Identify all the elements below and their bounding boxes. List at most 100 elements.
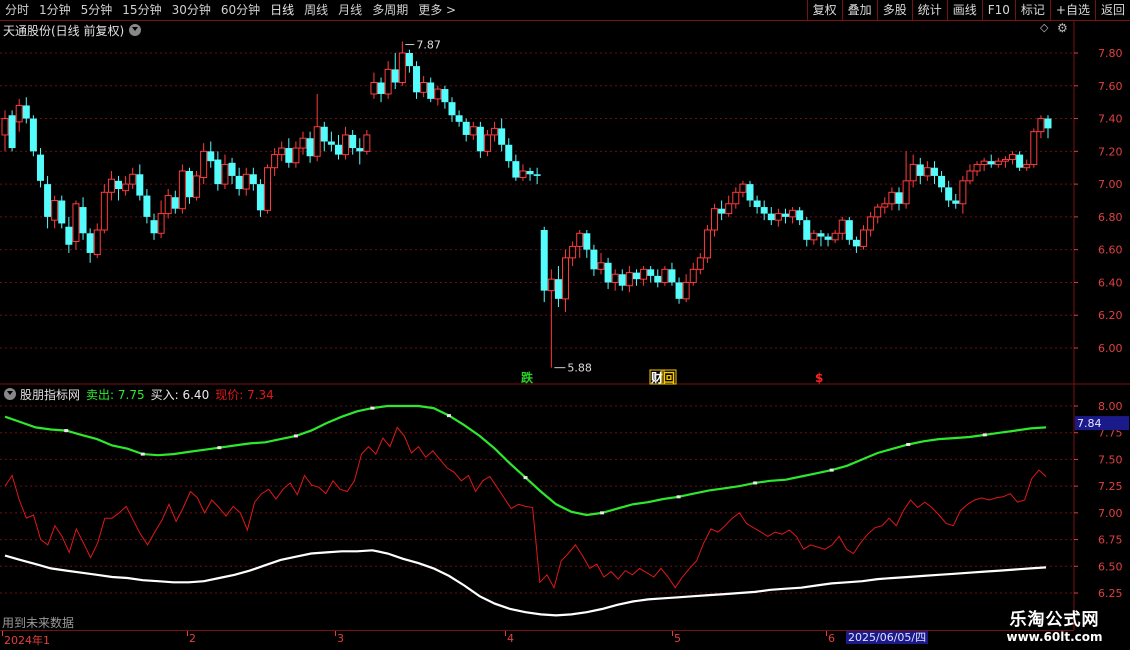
candle-body bbox=[852, 239, 860, 247]
candle-body bbox=[753, 200, 761, 208]
candle-body bbox=[611, 273, 619, 283]
candle-body bbox=[554, 279, 562, 299]
candle-body bbox=[242, 173, 250, 190]
candle-body bbox=[1044, 118, 1052, 129]
sell-dot bbox=[982, 433, 987, 437]
candle-body bbox=[902, 180, 910, 205]
indicator-name: 股朋指标网 bbox=[20, 387, 81, 402]
candle-body bbox=[746, 184, 754, 201]
sell-dot bbox=[140, 452, 145, 456]
candle-body bbox=[1009, 154, 1017, 161]
candle-body bbox=[370, 82, 378, 95]
date-tick-1: 2 bbox=[189, 632, 196, 645]
candle-body bbox=[427, 82, 435, 99]
candle-body bbox=[895, 192, 903, 204]
candle-body bbox=[526, 171, 534, 175]
sell-dot bbox=[64, 429, 69, 433]
candle-body bbox=[136, 174, 144, 196]
candle-body bbox=[448, 102, 456, 116]
candle-body bbox=[334, 144, 342, 155]
candle-body bbox=[8, 115, 16, 149]
candle-body bbox=[413, 66, 421, 93]
candle-body bbox=[533, 174, 541, 176]
candle-body bbox=[22, 105, 30, 119]
candle-body bbox=[36, 154, 44, 181]
candle-body bbox=[994, 160, 1002, 165]
candle-body bbox=[1023, 163, 1031, 169]
date-tick-3: 4 bbox=[507, 632, 514, 645]
price-line bbox=[4, 426, 1047, 590]
date-tick-mark bbox=[672, 631, 673, 636]
candle-body bbox=[867, 216, 875, 231]
candle-body bbox=[398, 52, 406, 83]
candle-body bbox=[405, 53, 413, 67]
sell-dot bbox=[217, 446, 222, 450]
candle-body bbox=[193, 175, 201, 198]
indicator-header: 股朋指标网 卖出: 7.75 买入: 6.40 现价: 7.34 bbox=[0, 386, 280, 402]
kline-chart[interactable]: 7.80 7.60 7.40 7.20 7.00 6.80 6.60 6.40 6.20 6.00… bbox=[0, 0, 1130, 650]
candle-body bbox=[675, 282, 683, 299]
candle-body bbox=[384, 68, 392, 95]
candle-body bbox=[15, 104, 23, 123]
price-tick-label: 7.80 bbox=[1098, 47, 1123, 60]
sell-label: 卖出: 7.75 bbox=[86, 386, 145, 403]
candle-body bbox=[654, 275, 662, 283]
candle-body bbox=[483, 134, 491, 152]
price-tick-label: 6.00 bbox=[1098, 342, 1123, 355]
candle-body bbox=[618, 274, 626, 286]
candle-body bbox=[115, 180, 123, 190]
candle-body bbox=[512, 161, 520, 178]
candle-body bbox=[781, 213, 789, 217]
candle-body bbox=[313, 126, 321, 157]
indicator-tick-label: 6.75 bbox=[1098, 534, 1123, 547]
candle-body bbox=[469, 126, 477, 136]
candle-body bbox=[980, 160, 988, 165]
candle-body bbox=[185, 171, 193, 198]
candle-body bbox=[342, 134, 350, 156]
date-tick-mark bbox=[335, 631, 336, 636]
candle-body bbox=[491, 127, 499, 136]
candle-body bbox=[632, 272, 640, 280]
candle-body bbox=[640, 268, 648, 280]
candle-body bbox=[732, 191, 740, 205]
candle-body bbox=[292, 147, 300, 164]
candle-body bbox=[498, 128, 506, 145]
candle-body bbox=[583, 233, 591, 250]
price-tick-label: 6.60 bbox=[1098, 244, 1123, 257]
price-tick-label: 6.40 bbox=[1098, 276, 1123, 289]
sell-dot bbox=[906, 442, 911, 446]
sell-dot bbox=[523, 476, 528, 480]
buy-value: 6.40 bbox=[182, 387, 210, 402]
watermark-url: www.60lt.com bbox=[1006, 630, 1103, 644]
candle-body bbox=[207, 151, 215, 162]
candle-body bbox=[625, 272, 633, 287]
candle-body bbox=[739, 183, 747, 193]
candle-body bbox=[1, 118, 9, 136]
candle-body bbox=[661, 268, 669, 283]
candle-body bbox=[987, 161, 995, 165]
candle-body bbox=[320, 126, 328, 142]
indicator-tick-label: 8.00 bbox=[1098, 400, 1123, 413]
candle-body bbox=[214, 159, 222, 185]
candle-body bbox=[420, 82, 428, 93]
marker-label: 回 bbox=[663, 371, 675, 385]
indicator-tick-label: 6.25 bbox=[1098, 587, 1123, 600]
candle-body bbox=[327, 141, 335, 145]
candle-body bbox=[718, 208, 726, 214]
candle-body bbox=[1001, 159, 1009, 162]
candle-body bbox=[306, 138, 314, 157]
current-value-text: 7.84 bbox=[1077, 417, 1102, 430]
indicator-tick-label: 7.00 bbox=[1098, 507, 1123, 520]
candle-body bbox=[29, 118, 37, 152]
indicator-menu-icon[interactable] bbox=[4, 388, 16, 400]
candle-body bbox=[157, 213, 165, 234]
candle-body bbox=[576, 232, 584, 247]
sell-dot bbox=[753, 481, 758, 485]
price-tick-label: 6.80 bbox=[1098, 211, 1123, 224]
candle-body bbox=[476, 126, 484, 152]
candle-body bbox=[65, 226, 73, 245]
sell-dot bbox=[676, 495, 681, 499]
candle-body bbox=[711, 208, 719, 231]
candle-body bbox=[874, 206, 882, 218]
sell-dot bbox=[370, 406, 375, 410]
